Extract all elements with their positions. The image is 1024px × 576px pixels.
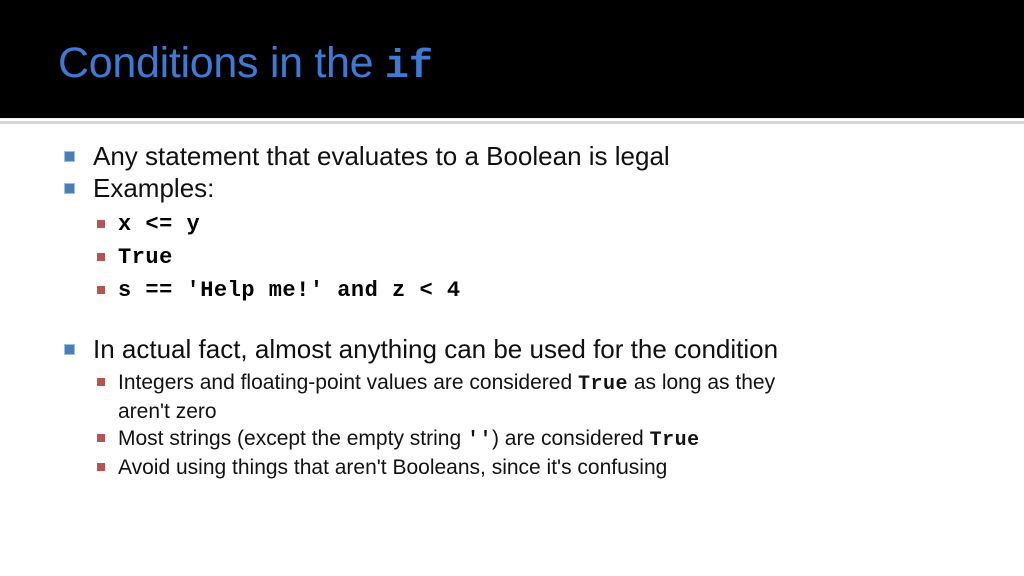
- list-item: Most strings (except the empty string ''…: [0, 425, 1024, 454]
- list-item: Integers and floating-point values are c…: [0, 369, 1024, 398]
- bullet-square-icon: [97, 463, 105, 471]
- slide: Conditions in the if Any statement that …: [0, 0, 1024, 576]
- list-item: Examples:: [0, 172, 1024, 204]
- bullet-list-level2-second: Integers and floating-point values are c…: [0, 369, 1024, 481]
- bullet-square-icon: [64, 344, 75, 355]
- list-item-label: In actual fact, almost anything can be u…: [93, 334, 779, 364]
- code-text: s == 'Help me!' and z < 4: [118, 278, 461, 303]
- bullet-square-icon: [97, 434, 105, 442]
- list-item-label-part2: ) are considered: [491, 427, 650, 450]
- list-item: In actual fact, almost anything can be u…: [0, 333, 1024, 365]
- inline-code-true: True: [649, 429, 700, 452]
- code-text: True: [118, 245, 173, 270]
- page-title-code: if: [384, 45, 433, 90]
- page-title-text: Conditions in the: [58, 39, 385, 87]
- code-list-item: x <= y: [0, 208, 1024, 241]
- bullet-square-icon: [97, 253, 105, 261]
- bullet-list-level1: Any statement that evaluates to a Boolea…: [0, 140, 1024, 204]
- list-item-label: Examples:: [93, 173, 215, 203]
- list-item: Avoid using things that aren't Booleans,…: [0, 454, 1024, 481]
- list-item-label-part1: Integers and floating-point values are c…: [118, 371, 578, 394]
- inline-code-true: True: [577, 373, 628, 396]
- example-code-list: x <= y True s == 'Help me!' and z < 4: [0, 208, 1024, 307]
- bullet-square-icon: [97, 286, 105, 294]
- list-item-wrapped-line: aren't zero: [118, 400, 217, 423]
- list-item-label-part2: as long as they: [627, 371, 776, 394]
- bullet-list-level1-second: In actual fact, almost anything can be u…: [0, 333, 1024, 365]
- list-item-label-part1: Most strings (except the empty string: [118, 427, 467, 450]
- slide-body: Any statement that evaluates to a Boolea…: [0, 140, 1024, 481]
- code-list-item: True: [0, 241, 1024, 274]
- list-item-label: Avoid using things that aren't Booleans,…: [118, 456, 668, 479]
- page-title: Conditions in the if: [58, 36, 433, 95]
- title-divider: [0, 118, 1024, 124]
- inline-code-empty-string: '': [466, 429, 492, 452]
- bullet-square-icon: [64, 183, 75, 194]
- bullet-square-icon: [64, 151, 75, 162]
- list-item: Any statement that evaluates to a Boolea…: [0, 140, 1024, 172]
- code-text: x <= y: [118, 212, 201, 237]
- list-item-label: Any statement that evaluates to a Boolea…: [93, 141, 670, 171]
- bullet-square-icon: [97, 220, 105, 228]
- code-list-item: s == 'Help me!' and z < 4: [0, 274, 1024, 307]
- bullet-square-icon: [97, 378, 105, 386]
